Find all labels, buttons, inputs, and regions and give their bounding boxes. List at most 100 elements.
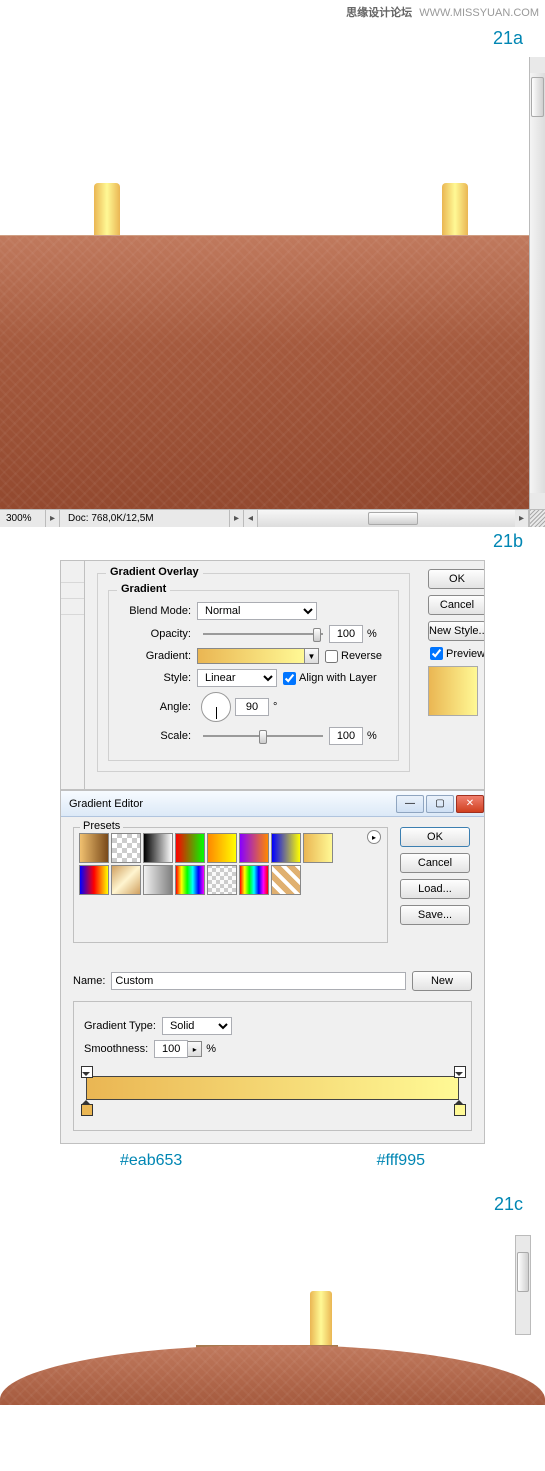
horizontal-scrollbar[interactable] (258, 510, 515, 527)
style-list-edge (61, 561, 85, 789)
scale-slider[interactable] (203, 728, 323, 744)
color-left-label: #eab653 (120, 1152, 182, 1170)
gradient-overlay-group: Gradient Overlay Gradient Blend Mode: No… (97, 573, 410, 772)
preset-swatch[interactable] (271, 833, 301, 863)
vscroll-track[interactable] (530, 73, 545, 493)
hscroll-thumb[interactable] (368, 512, 418, 525)
blend-mode-select[interactable]: Normal (197, 602, 317, 620)
ge-save-button[interactable]: Save... (400, 905, 470, 925)
ge-cancel-button[interactable]: Cancel (400, 853, 470, 873)
step-label-a: 21a (0, 28, 545, 49)
canvas-closeup (0, 1225, 545, 1405)
preset-swatch[interactable] (271, 865, 301, 895)
scale-input[interactable] (329, 727, 363, 745)
ge-load-button[interactable]: Load... (400, 879, 470, 899)
angle-dial[interactable] (201, 692, 231, 722)
preset-swatch[interactable] (303, 833, 333, 863)
align-checkbox[interactable]: Align with Layer (283, 672, 377, 685)
ok-button[interactable]: OK (428, 569, 484, 589)
zoom-menu-icon[interactable]: ▸ (46, 510, 60, 527)
preview-swatch (428, 666, 478, 716)
gradient-swatch[interactable] (197, 648, 305, 664)
presets-menu-icon[interactable]: ▸ (367, 830, 381, 844)
leather-curve (0, 1345, 545, 1405)
gradient-preview-bar[interactable] (86, 1076, 459, 1100)
layer-style-buttons: OK Cancel New Style... Preview (422, 561, 484, 789)
gold-tab-left (94, 183, 120, 241)
style-label: Style: (119, 672, 191, 684)
gradient-dropdown-icon[interactable]: ▼ (305, 648, 319, 664)
opacity-slider[interactable] (203, 626, 323, 642)
preset-swatch[interactable] (143, 865, 173, 895)
presets-grid (78, 832, 334, 896)
angle-label: Angle: (119, 701, 191, 713)
hscroll-right-icon[interactable]: ▸ (515, 510, 529, 527)
preset-swatch[interactable] (207, 865, 237, 895)
smoothness-pct: % (206, 1043, 216, 1055)
resize-grip-icon[interactable] (529, 510, 545, 527)
name-input[interactable] (111, 972, 406, 990)
vertical-scrollbar[interactable] (529, 57, 545, 509)
gradient-type-select[interactable]: Solid (162, 1017, 232, 1035)
reverse-checkbox[interactable]: Reverse (325, 650, 382, 663)
watermark-cn: 思缘设计论坛 (346, 7, 412, 19)
gradient-type-label: Gradient Type: (84, 1020, 156, 1032)
preset-swatch[interactable] (111, 833, 141, 863)
gradient-editor-titlebar[interactable]: Gradient Editor — ▢ ✕ (61, 791, 484, 817)
preset-swatch[interactable] (207, 833, 237, 863)
layer-style-dialog: Gradient Overlay Gradient Blend Mode: No… (60, 560, 485, 790)
angle-deg: ° (273, 701, 277, 713)
canvas-viewport[interactable] (0, 57, 529, 509)
maximize-icon[interactable]: ▢ (426, 795, 454, 813)
ge-new-button[interactable]: New (412, 971, 472, 991)
smoothness-input[interactable] (154, 1040, 188, 1058)
opacity-stop-left[interactable] (81, 1062, 91, 1076)
gradient-type-group: Gradient Type: Solid Smoothness: ▸ % (73, 1001, 472, 1131)
docinfo-menu-icon[interactable]: ▸ (230, 510, 244, 527)
vscroll-thumb[interactable] (531, 77, 544, 117)
gradient-bar[interactable] (86, 1076, 459, 1100)
cancel-button[interactable]: Cancel (428, 595, 484, 615)
ge-ok-button[interactable]: OK (400, 827, 470, 847)
gradient-inner-group: Gradient Blend Mode: Normal Opacity: % (108, 590, 399, 761)
gradient-editor-buttons: OK Cancel Load... Save... (400, 827, 472, 943)
scale-pct: % (367, 730, 377, 742)
style-select[interactable]: Linear (197, 669, 277, 687)
presets-group: Presets ▸ (73, 827, 388, 943)
preview-checkbox[interactable]: Preview (430, 647, 484, 660)
preset-swatch[interactable] (79, 833, 109, 863)
step-label-b: 21b (0, 531, 545, 552)
name-label: Name: (73, 975, 105, 987)
smoothness-dropdown-icon[interactable]: ▸ (188, 1041, 202, 1057)
gradient-inner-title: Gradient (117, 583, 170, 595)
leather-surface (0, 235, 529, 509)
close-icon[interactable]: ✕ (456, 795, 484, 813)
vscroll-thumb-c[interactable] (517, 1252, 529, 1292)
preset-swatch[interactable] (143, 833, 173, 863)
scale-label: Scale: (119, 730, 191, 742)
status-bar: 300% ▸ Doc: 768,0K/12,5M ▸ ◂ ▸ (0, 509, 545, 527)
preset-swatch[interactable] (111, 865, 141, 895)
gradient-editor-dialog: Gradient Editor — ▢ ✕ Presets ▸ OK Cance… (60, 790, 485, 1144)
gradient-editor-title: Gradient Editor (69, 798, 394, 810)
preset-swatch[interactable] (175, 833, 205, 863)
preset-swatch[interactable] (175, 865, 205, 895)
opacity-input[interactable] (329, 625, 363, 643)
hscroll-left-icon[interactable]: ◂ (244, 510, 258, 527)
step-label-c: 21c (0, 1194, 545, 1215)
blend-mode-label: Blend Mode: (119, 605, 191, 617)
zoom-level[interactable]: 300% (0, 510, 46, 527)
preset-swatch[interactable] (79, 865, 109, 895)
angle-input[interactable] (235, 698, 269, 716)
opacity-stop-right[interactable] (454, 1062, 464, 1076)
preset-swatch[interactable] (239, 865, 269, 895)
color-stop-left[interactable] (81, 1100, 91, 1114)
new-style-button[interactable]: New Style... (428, 621, 484, 641)
minimize-icon[interactable]: — (396, 795, 424, 813)
color-stop-right[interactable] (454, 1100, 464, 1114)
vertical-scrollbar-c[interactable] (515, 1235, 531, 1335)
watermark-url: WWW.MISSYUAN.COM (419, 7, 539, 19)
document-info[interactable]: Doc: 768,0K/12,5M (60, 510, 230, 527)
preset-swatch[interactable] (239, 833, 269, 863)
opacity-pct: % (367, 628, 377, 640)
